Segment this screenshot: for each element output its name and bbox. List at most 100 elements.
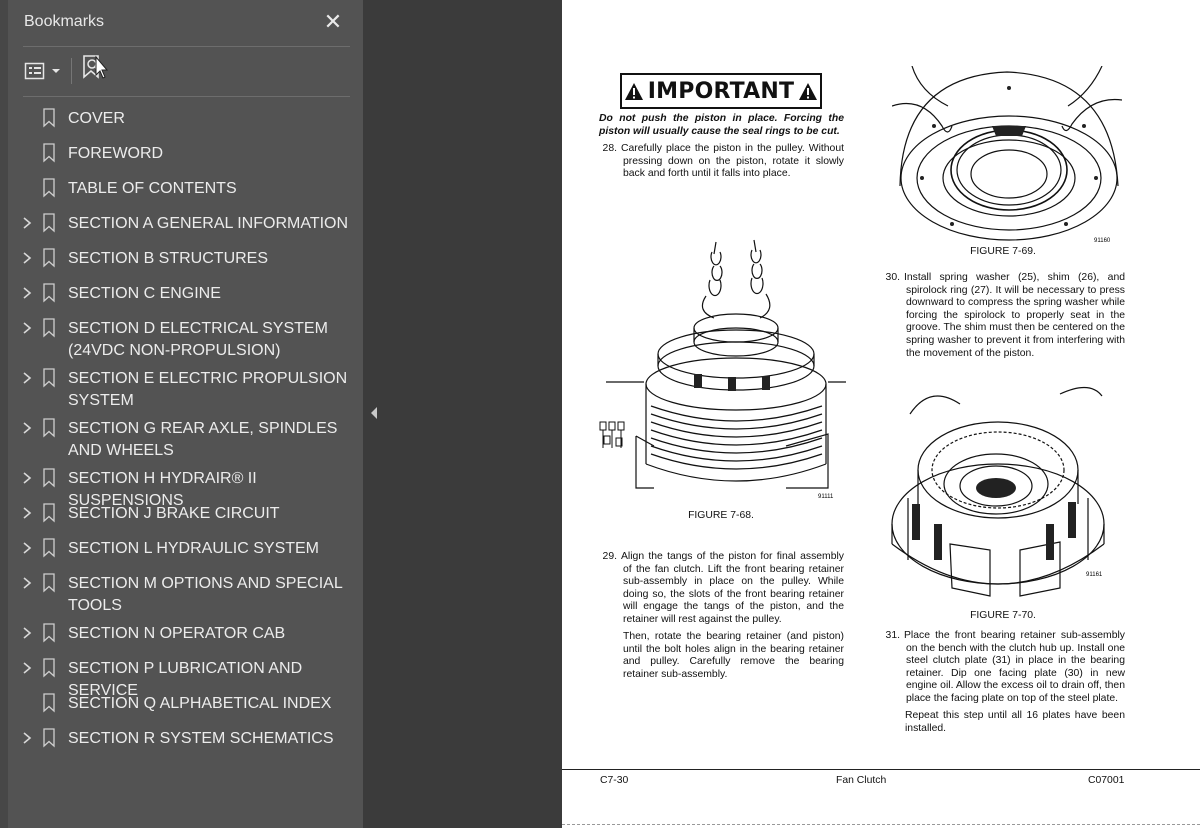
chevron-right-icon[interactable] — [20, 575, 34, 591]
bookmark-icon — [43, 143, 55, 163]
important-label: IMPORTANT — [647, 78, 795, 104]
footer-rule — [562, 769, 1200, 770]
bookmark-label: SECTION M OPTIONS AND SPECIAL TOOLS — [68, 575, 343, 614]
bookmark-label: SECTION A GENERAL INFORMATION — [68, 215, 349, 232]
chevron-right-icon[interactable] — [20, 320, 34, 336]
bookmark-item[interactable]: SECTION H HYDRAIR® II SUSPENSIONS — [10, 461, 363, 509]
bookmark-item[interactable]: SECTION C ENGINE — [10, 276, 363, 311]
bookmark-icon — [43, 503, 55, 523]
step-30: 30. Install spring washer (25), shim (26)… — [885, 272, 1125, 359]
bookmark-item[interactable]: SECTION J BRAKE CIRCUIT — [10, 496, 363, 531]
find-current-bookmark-button[interactable] — [80, 52, 114, 86]
bookmark-label: SECTION G REAR AXLE, SPINDLES AND WHEELS — [68, 420, 338, 459]
bookmark-item[interactable]: SECTION E ELECTRIC PROPULSION SYSTEM — [10, 361, 363, 411]
figure-7-70-illustration: 91161 — [891, 386, 1105, 597]
figure-7-68-caption: FIGURE 7-68. — [688, 510, 754, 521]
collapse-panel-arrow-icon[interactable] — [369, 405, 379, 421]
footer-section-title: Fan Clutch — [836, 775, 887, 786]
figure-7-68-illustration: 91111 — [599, 239, 846, 500]
important-notice: IMPORTANT — [620, 73, 822, 109]
bookmark-item[interactable]: SECTION D ELECTRICAL SYSTEM (24VDC NON-P… — [10, 311, 363, 361]
bookmark-item[interactable]: SECTION N OPERATOR CAB — [10, 616, 363, 651]
bookmark-icon — [43, 213, 55, 233]
close-panel-button[interactable]: ✕ — [320, 8, 346, 36]
chevron-right-icon[interactable] — [20, 730, 34, 746]
toolbar-separator — [71, 58, 72, 84]
bookmark-item[interactable]: SECTION L HYDRAULIC SYSTEM — [10, 531, 363, 566]
bookmark-icon — [43, 418, 55, 438]
bookmark-options-button[interactable] — [23, 58, 65, 84]
bookmarks-panel: Bookmarks ✕ COVER FOREWORD TABLE OF CONTEN… — [0, 0, 363, 828]
bookmark-icon — [43, 693, 55, 713]
step-28: 28. Carefully place the piston in the pul… — [602, 143, 844, 180]
bookmark-icon — [43, 178, 55, 198]
bookmark-item[interactable]: SECTION B STRUCTURES — [10, 241, 363, 276]
bookmark-item[interactable]: FOREWORD — [10, 136, 363, 171]
step-31-continued: Repeat this step until all 16 plates hav… — [905, 710, 1125, 734]
bookmark-label: SECTION B STRUCTURES — [68, 250, 269, 267]
bookmark-options-icon — [24, 62, 60, 80]
bookmark-item[interactable]: COVER — [10, 101, 363, 136]
bookmark-label: SECTION R SYSTEM SCHEMATICS — [68, 730, 334, 747]
bookmark-label: SECTION Q ALPHABETICAL INDEX — [68, 695, 332, 712]
bookmark-item[interactable]: TABLE OF CONTENTS — [10, 171, 363, 206]
chevron-right-icon[interactable] — [20, 540, 34, 556]
chevron-right-icon[interactable] — [20, 285, 34, 301]
document-page: IMPORTANT Do not push the piston in plac… — [562, 0, 1200, 828]
bookmark-icon — [43, 283, 55, 303]
bookmark-item[interactable]: SECTION P LUBRICATION AND SERVICE — [10, 651, 363, 699]
chevron-right-icon[interactable] — [20, 215, 34, 231]
bookmark-list: COVER FOREWORD TABLE OF CONTENTS SECTION A … — [10, 101, 363, 756]
bookmark-label: TABLE OF CONTENTS — [68, 180, 237, 197]
find-current-bookmark-icon — [83, 55, 109, 79]
bookmark-icon — [43, 248, 55, 268]
bookmark-label: SECTION J BRAKE CIRCUIT — [68, 505, 280, 522]
panel-edge-strip — [0, 0, 8, 828]
bookmark-label: COVER — [68, 110, 125, 127]
step-29: 29. Align the tangs of the piston for fin… — [602, 551, 844, 625]
bookmark-icon — [43, 318, 55, 338]
chevron-right-icon[interactable] — [20, 420, 34, 436]
footer-document-code: C07001 — [1088, 775, 1125, 786]
bookmark-label: SECTION L HYDRAULIC SYSTEM — [68, 540, 320, 557]
bookmark-item[interactable]: SECTION R SYSTEM SCHEMATICS — [10, 721, 363, 756]
bookmark-icon — [43, 108, 55, 128]
footer-page-number: C7-30 — [600, 775, 629, 786]
bookmark-icon — [43, 538, 55, 558]
chevron-right-icon[interactable] — [20, 505, 34, 521]
figure-number-91161: 91161 — [1086, 572, 1103, 578]
bookmark-item[interactable]: SECTION A GENERAL INFORMATION — [10, 206, 363, 241]
bookmark-label: SECTION E ELECTRIC PROPULSION SYSTEM — [68, 370, 348, 409]
figure-7-69-illustration: 91160 — [892, 66, 1122, 244]
bookmark-icon — [43, 368, 55, 388]
chevron-right-icon[interactable] — [20, 370, 34, 386]
bookmark-item[interactable]: SECTION Q ALPHABETICAL INDEX — [10, 686, 363, 721]
important-text: Do not push the piston in place. Forcing… — [599, 113, 844, 137]
step-29-continued: Then, rotate the bearing retainer (and p… — [623, 631, 844, 680]
chevron-right-icon[interactable] — [20, 660, 34, 676]
figure-number-91160: 91160 — [1094, 238, 1111, 244]
step-31: 31. Place the front bearing retainer sub-… — [885, 630, 1125, 704]
page-break-line — [562, 824, 1200, 825]
panel-title: Bookmarks — [24, 13, 105, 30]
divider — [23, 96, 350, 97]
bookmark-label: SECTION N OPERATOR CAB — [68, 625, 286, 642]
bookmark-label: FOREWORD — [68, 145, 164, 162]
bookmark-icon — [43, 573, 55, 593]
chevron-right-icon[interactable] — [20, 625, 34, 641]
bookmark-icon — [43, 728, 55, 748]
bookmark-icon — [43, 623, 55, 643]
bookmark-icon — [43, 658, 55, 678]
warning-triangle-icon — [624, 82, 643, 100]
bookmark-label: SECTION C ENGINE — [68, 285, 221, 302]
chevron-right-icon[interactable] — [20, 250, 34, 266]
figure-7-69-caption: FIGURE 7-69. — [970, 246, 1036, 257]
figure-number-91111: 91111 — [818, 494, 834, 500]
chevron-right-icon[interactable] — [20, 470, 34, 486]
figure-7-70-caption: FIGURE 7-70. — [970, 610, 1036, 621]
bookmark-label: SECTION D ELECTRICAL SYSTEM (24VDC NON-P… — [68, 320, 328, 359]
bookmark-icon — [43, 468, 55, 488]
divider — [23, 46, 350, 47]
bookmark-item[interactable]: SECTION M OPTIONS AND SPECIAL TOOLS — [10, 566, 363, 616]
bookmark-item[interactable]: SECTION G REAR AXLE, SPINDLES AND WHEELS — [10, 411, 363, 461]
